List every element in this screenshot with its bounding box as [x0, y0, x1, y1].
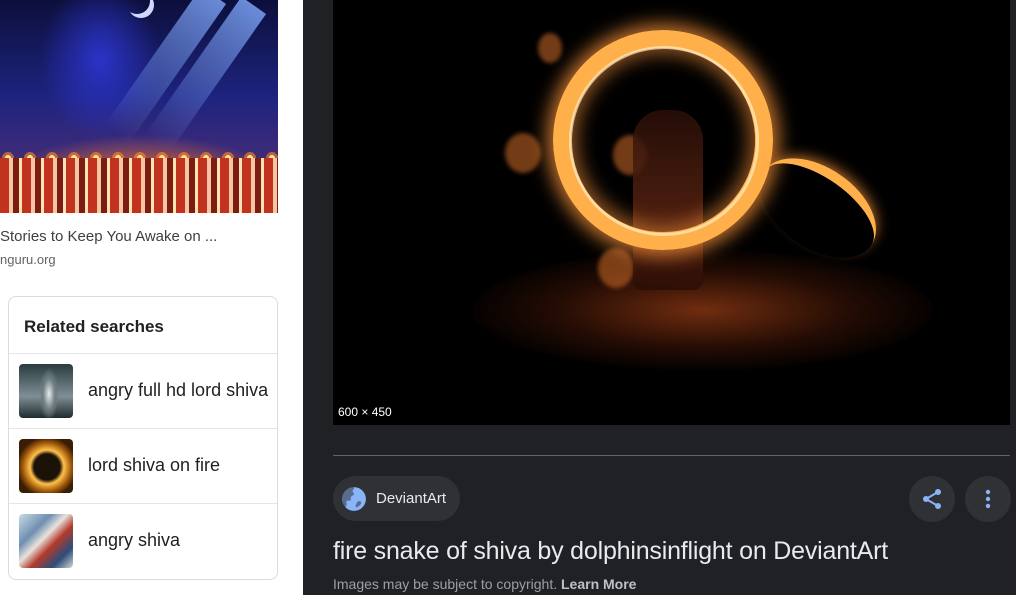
related-search-label: angry full hd lord shiva: [88, 380, 269, 400]
result-source: nguru.org: [0, 252, 56, 267]
share-icon: [923, 489, 941, 509]
related-search-item[interactable]: lord shiva on fire: [9, 428, 277, 504]
related-searches-card: Related searches angry full hd lord shiv…: [8, 296, 278, 580]
related-thumbnail: [19, 514, 73, 568]
related-search-item[interactable]: angry full hd lord shiva: [9, 353, 277, 429]
related-search-item[interactable]: angry shiva: [9, 503, 277, 579]
bokeh-light: [598, 248, 634, 288]
share-button[interactable]: [909, 476, 955, 522]
source-site-name: DeviantArt: [376, 490, 447, 507]
globe-icon: [342, 487, 366, 511]
copyright-text: Images may be subject to copyright.: [333, 576, 558, 592]
bokeh-light: [538, 33, 562, 63]
image-title[interactable]: fire snake of shiva by dolphinsinflight …: [333, 537, 888, 566]
image-preview-panel: 600 × 450 DeviantArt fire snake of shiva…: [303, 0, 1016, 595]
image-dimensions: 600 × 450: [338, 405, 392, 419]
more-vert-icon: [985, 489, 991, 509]
bokeh-light: [505, 133, 541, 173]
result-title[interactable]: Stories to Keep You Awake on ...: [0, 228, 217, 245]
preview-image[interactable]: 600 × 450: [333, 0, 1010, 425]
related-search-label: angry shiva: [88, 530, 181, 550]
result-thumbnail[interactable]: [0, 0, 278, 213]
moon-shape: [124, 0, 150, 14]
results-column: Stories to Keep You Awake on ... nguru.o…: [0, 0, 303, 595]
related-thumbnail: [19, 364, 73, 418]
related-searches-heading: Related searches: [24, 317, 164, 336]
copyright-notice: Images may be subject to copyright. Lear…: [333, 576, 636, 592]
divider: [333, 455, 1010, 456]
related-thumbnail: [19, 439, 73, 493]
learn-more-link[interactable]: Learn More: [561, 576, 636, 592]
glow-ground: [473, 250, 933, 370]
related-search-label: lord shiva on fire: [88, 455, 221, 475]
source-site-chip[interactable]: DeviantArt: [333, 476, 460, 521]
crowd-shape: [0, 158, 278, 213]
more-options-button[interactable]: [965, 476, 1011, 522]
